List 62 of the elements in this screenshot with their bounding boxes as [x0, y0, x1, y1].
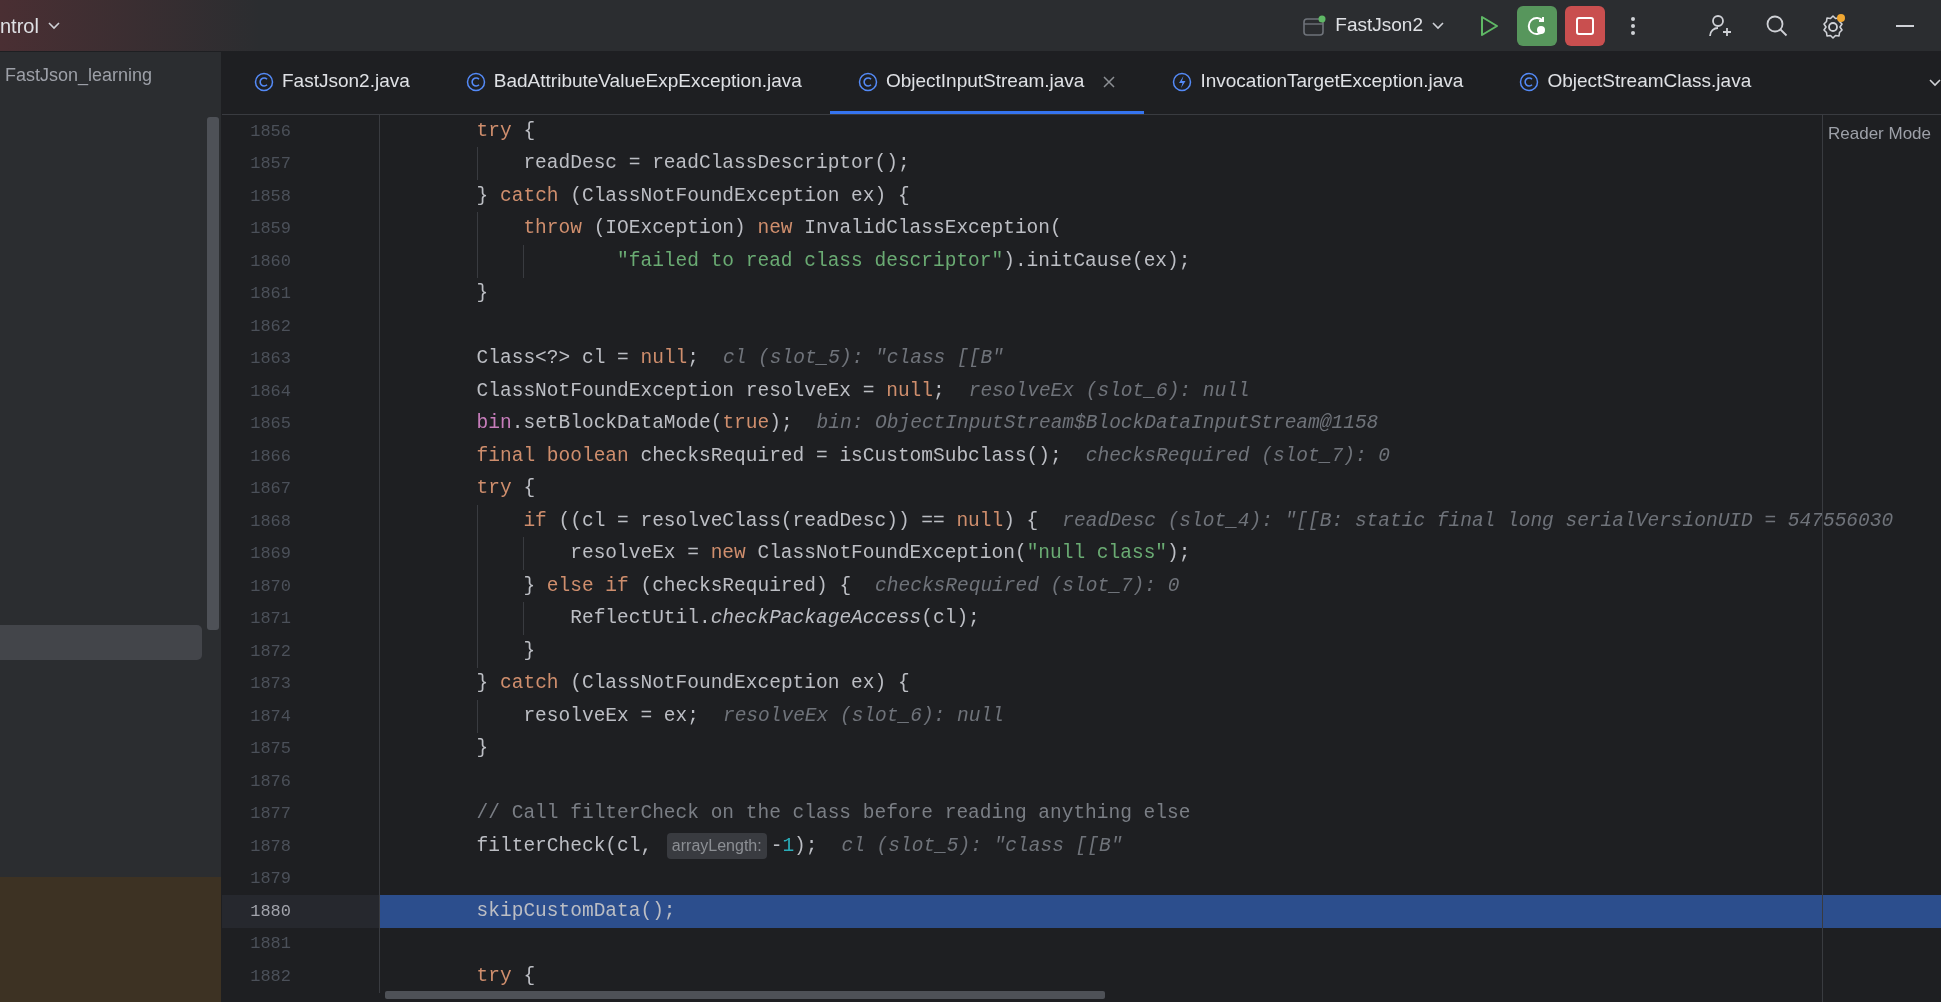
code-text: bin.setBlockDataMode(true);: [475, 411, 793, 437]
code-text: ClassNotFoundException resolveEx = null;: [475, 378, 945, 404]
reader-mode-link[interactable]: Reader Mode: [1828, 121, 1931, 147]
code-text: final boolean checksRequired = isCustomSubclass();: [475, 443, 1062, 469]
code-text: }: [475, 736, 489, 762]
inline-debug-value: bin: ObjectInputStream$BlockDataInputStream@1158: [816, 411, 1379, 437]
debug-button[interactable]: [1517, 5, 1557, 46]
inline-debug-value: cl (slot_5): "class [[B": [841, 833, 1123, 859]
file-tab[interactable]: ObjectStreamClass.java: [1491, 52, 1780, 114]
code-text: resolveEx = ex;: [522, 703, 699, 729]
horizontal-scrollbar[interactable]: [385, 991, 1105, 999]
chevron-down-icon: [1431, 20, 1445, 31]
file-tab[interactable]: ObjectInputStream.java: [829, 52, 1145, 114]
more-vertical-icon: [1630, 14, 1636, 37]
current-code-line: skipCustomData();: [475, 898, 676, 924]
code-text: -1);: [770, 833, 818, 859]
code-text: Class<?> cl = null;: [475, 346, 699, 372]
vcs-menu[interactable]: ntrol: [0, 10, 61, 41]
class-icon: [465, 71, 486, 92]
play-icon: [1478, 14, 1500, 37]
inline-debug-value: checksRequired (slot_7): 0: [875, 573, 1180, 599]
code-text: }: [522, 638, 536, 664]
code-text: } catch (ClassNotFoundException ex) {: [475, 183, 910, 209]
inline-debug-value: checksRequired (slot_7): 0: [1085, 443, 1390, 469]
stop-button[interactable]: [1565, 5, 1605, 46]
inline-debug-value: readDesc (slot_4): "[[B: static final long serialVersionUID = 547556030: [1062, 508, 1894, 534]
class-icon: [1519, 71, 1540, 92]
code-text: filterCheck(cl,: [475, 833, 654, 859]
code-text: readDesc = readClassDescriptor();: [522, 151, 910, 177]
code-text: resolveEx = new ClassNotFoundException("null class");: [569, 541, 1191, 567]
file-tab[interactable]: BadAttributeValueExpException.java: [437, 52, 830, 114]
code-text: } else if (checksRequired) {: [522, 573, 852, 599]
close-icon[interactable]: [1102, 74, 1117, 89]
search-icon: [1765, 13, 1789, 38]
code-text: } catch (ClassNotFoundException ex) {: [475, 671, 910, 697]
code-text: // Call filterCheck on the class before reading anything else: [475, 801, 1191, 827]
chevron-down-icon[interactable]: [1929, 78, 1941, 88]
vertical-scrollbar[interactable]: [207, 117, 219, 630]
chevron-down-icon: [46, 20, 61, 31]
inline-debug-value: resolveEx (slot_6): null: [968, 378, 1250, 404]
inline-debug-value: resolveEx (slot_6): null: [722, 703, 1004, 729]
inline-debug-value: cl (slot_5): "class [[B": [722, 346, 1004, 372]
run-configuration-menu[interactable]: FastJson2: [1303, 11, 1445, 40]
project-path[interactable]: FastJson_learning: [0, 52, 221, 89]
add-user-icon: [1708, 13, 1734, 38]
window-icon: [1303, 14, 1328, 37]
file-tab[interactable]: FastJson2.java: [226, 52, 438, 114]
code-text: if ((cl = resolveClass(readDesc)) == null) {: [522, 508, 1039, 534]
code-text: ReflectUtil.checkPackageAccess(cl);: [569, 606, 980, 632]
parameter-hint: arrayLength:: [666, 833, 767, 860]
code-text: try {: [475, 963, 536, 989]
file-tab[interactable]: InvocationTargetException.java: [1144, 52, 1492, 114]
class-icon: [857, 71, 878, 92]
class-icon: [254, 71, 274, 92]
code-text: throw (IOException) new InvalidClassException(: [522, 216, 1062, 242]
code-text: try {: [475, 118, 536, 144]
code-text: try {: [475, 476, 536, 502]
stop-icon: [1574, 14, 1596, 37]
lightning-icon: [1172, 71, 1193, 92]
code-text: "failed to read class descriptor").initCause(ex);: [616, 248, 1191, 274]
line-number: 1880: [222, 894, 380, 928]
code-text: }: [475, 281, 489, 307]
